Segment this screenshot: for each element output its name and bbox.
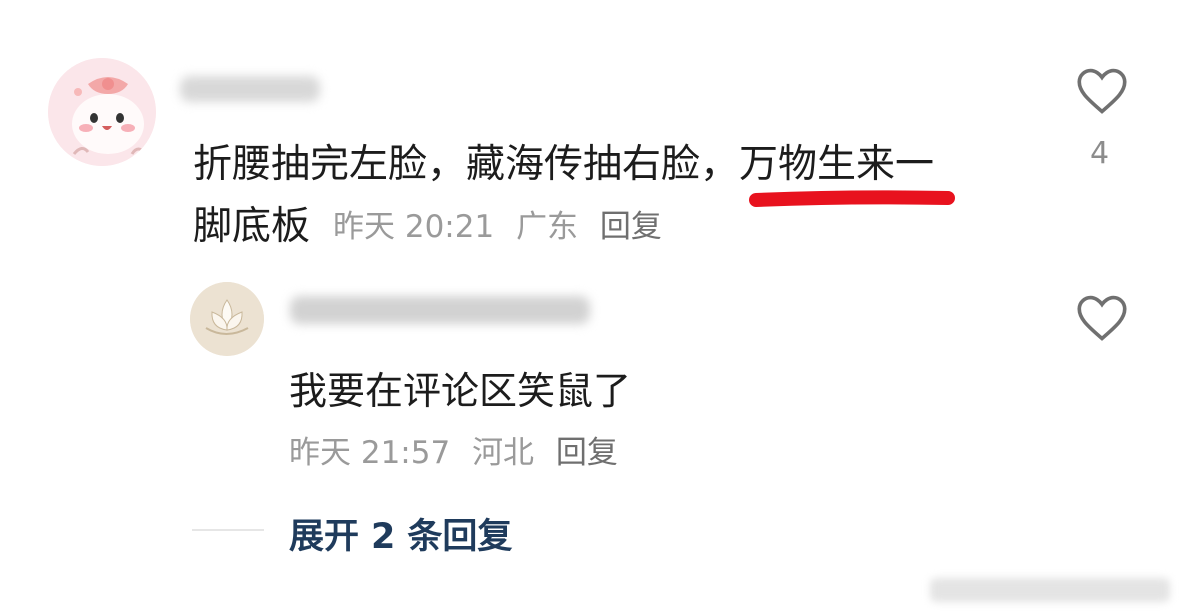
commenter-avatar[interactable] bbox=[48, 58, 156, 166]
red-underline-mark bbox=[749, 190, 955, 207]
comment-meta: 昨天 20:21 广东 回复 bbox=[333, 201, 674, 246]
comment-time: 昨天 20:21 bbox=[333, 209, 495, 245]
lotus-icon bbox=[190, 282, 264, 356]
reply-location: 河北 bbox=[472, 435, 535, 471]
heart-outline-icon[interactable] bbox=[1074, 293, 1130, 343]
comment-reply-button[interactable]: 回复 bbox=[600, 209, 662, 245]
comment-text-line2: 脚底板 bbox=[193, 204, 311, 249]
expand-replies-button[interactable]: 展开 2 条回复 bbox=[289, 508, 512, 559]
cartoon-face-icon bbox=[48, 58, 156, 166]
expand-count: 2 bbox=[371, 517, 396, 557]
expand-divider bbox=[192, 529, 264, 531]
reply-time: 昨天 21:57 bbox=[289, 435, 451, 471]
reply-text: 我要在评论区笑鼠了 bbox=[289, 369, 632, 413]
heart-outline-icon[interactable] bbox=[1074, 66, 1130, 116]
expand-label-prefix: 展开 bbox=[289, 517, 360, 557]
expand-label-suffix: 条回复 bbox=[407, 517, 513, 557]
commenter-name[interactable] bbox=[180, 76, 320, 102]
like-count: 4 bbox=[1090, 136, 1110, 171]
reply-reply-button[interactable]: 回复 bbox=[556, 435, 618, 471]
reply-meta: 昨天 21:57 河北 回复 bbox=[289, 427, 630, 472]
comment-text-line1: 折腰抽完左脸，藏海传抽右脸，万物生来一 bbox=[193, 142, 935, 187]
comment-location: 广东 bbox=[516, 209, 579, 245]
watermark bbox=[930, 578, 1170, 602]
reply-name[interactable] bbox=[290, 296, 590, 324]
reply-avatar[interactable] bbox=[190, 282, 264, 356]
